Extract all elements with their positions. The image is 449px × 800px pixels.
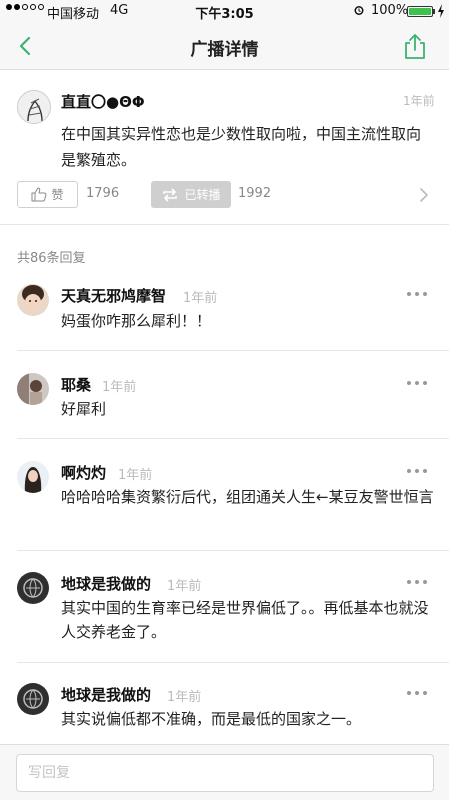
reply-bar <box>0 744 449 800</box>
comment-divider <box>17 662 449 663</box>
comment-divider <box>17 550 449 551</box>
like-label: 赞 <box>51 188 64 202</box>
section-divider <box>0 224 449 225</box>
page-title: 广播详情 <box>190 40 259 60</box>
like-count: 1796 <box>86 186 120 201</box>
share-icon[interactable] <box>402 32 428 60</box>
battery-icon <box>407 6 433 17</box>
more-options-icon[interactable] <box>407 381 427 387</box>
more-options-icon[interactable] <box>407 580 427 586</box>
reshare-label: 已转播 <box>184 188 221 202</box>
commenter-name[interactable]: 地球是我做的 <box>61 573 151 594</box>
comment-text: 其实中国的生育率已经是世界偏低了。。再低基本也就没人交养老金了。 <box>61 599 429 641</box>
reshare-icon <box>163 187 178 202</box>
commenter-avatar[interactable] <box>17 284 49 316</box>
comment-timestamp: 1年前 <box>183 291 218 306</box>
post-author-avatar[interactable] <box>17 90 51 124</box>
reshare-button[interactable]: 已转播 <box>151 181 231 208</box>
like-button[interactable]: 赞 <box>17 181 78 208</box>
reply-input[interactable] <box>16 754 434 792</box>
comment-text: 哈哈哈哈集资繁衍后代，组团通关人生←某豆友警世恒言 <box>61 488 434 506</box>
nav-bar: 广播详情 <box>0 22 449 70</box>
comment-text: 其实说偏低都不准确，而是最低的国家之一。 <box>61 710 362 728</box>
alarm-icon <box>354 6 364 15</box>
comment-divider <box>17 350 449 351</box>
commenter-avatar[interactable] <box>17 572 49 604</box>
commenter-name[interactable]: 地球是我做的 <box>61 684 151 705</box>
avatar-image <box>17 373 49 405</box>
post-author-name[interactable]: 直直〇●ΘΦ <box>61 91 145 112</box>
reshare-count: 1992 <box>238 186 272 201</box>
comment-text: 好犀利 <box>61 400 107 418</box>
commenter-avatar[interactable] <box>17 373 49 405</box>
charging-bolt-icon <box>438 4 444 18</box>
commenter-name[interactable]: 天真无邪鸠摩智 <box>61 285 166 306</box>
post-timestamp: 1年前 <box>403 94 435 108</box>
comment-divider <box>17 438 449 439</box>
avatar-image <box>17 461 49 493</box>
comment-text: 妈蛋你咋那么犀利！！ <box>61 312 212 330</box>
battery-tip <box>433 9 435 14</box>
avatar-image <box>17 284 49 316</box>
more-options-icon[interactable] <box>407 292 427 298</box>
avatar-image <box>18 91 50 123</box>
thumbs-up-icon <box>31 187 47 202</box>
comment-timestamp: 1年前 <box>102 380 137 395</box>
commenter-name[interactable]: 啊灼灼 <box>61 462 106 483</box>
avatar-image <box>17 683 49 715</box>
more-options-icon[interactable] <box>407 469 427 475</box>
commenter-avatar[interactable] <box>17 461 49 493</box>
chevron-right-icon[interactable] <box>419 187 429 203</box>
comment-timestamp: 1年前 <box>167 579 202 594</box>
commenter-name[interactable]: 耶桑 <box>61 374 91 395</box>
comment-timestamp: 1年前 <box>118 468 153 483</box>
status-bar: 中国移动 4G 下午3:05 100% <box>0 0 449 22</box>
battery-percent: 100% <box>371 3 409 18</box>
post-body: 在中国其实异性恋也是少数性取向啦，中国主流性取向是繁殖恋。 <box>61 125 422 169</box>
reply-count: 共86条回复 <box>17 251 86 266</box>
avatar-image <box>17 572 49 604</box>
comment-timestamp: 1年前 <box>167 690 202 705</box>
more-options-icon[interactable] <box>407 691 427 697</box>
commenter-avatar[interactable] <box>17 683 49 715</box>
